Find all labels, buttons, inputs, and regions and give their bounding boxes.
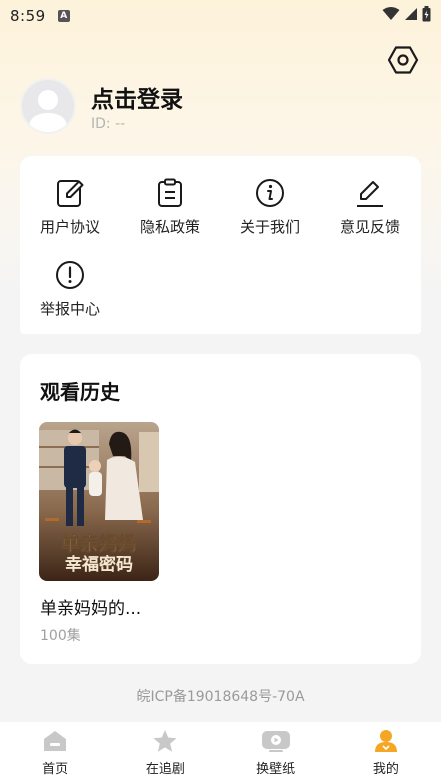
- menu-item-user-agreement[interactable]: 用户协议: [20, 178, 120, 237]
- menu-card: 用户协议 隐私政策 关于我们 意见反馈 举报中心: [20, 156, 421, 334]
- user-id: ID: --: [91, 116, 126, 132]
- edit-document-icon: [57, 180, 84, 207]
- nav-label: 换壁纸: [256, 762, 296, 777]
- wallpaper-icon: [261, 731, 290, 752]
- battery-icon: [422, 6, 431, 22]
- nav-label: 我的: [372, 762, 399, 777]
- menu-item-about-us[interactable]: 关于我们: [220, 178, 320, 237]
- menu-item-privacy-policy[interactable]: 隐私政策: [120, 178, 220, 237]
- poster-title-line1: 单亲妈妈: [61, 532, 137, 555]
- bottom-navigation: 首页 在追剧 换壁纸 我的: [0, 722, 441, 784]
- watch-history-card: 观看历史 单亲妈妈 幸福密码 单亲妈妈的... 100集: [20, 354, 421, 664]
- wifi-icon: [382, 7, 400, 20]
- drama-poster[interactable]: 单亲妈妈 幸福密码: [39, 422, 159, 581]
- login-prompt[interactable]: 点击登录: [91, 80, 183, 114]
- poster-image: 单亲妈妈 幸福密码: [39, 422, 159, 581]
- nav-label: 在追剧: [145, 762, 185, 777]
- menu-item-label: 举报中心: [39, 300, 100, 318]
- drama-title[interactable]: 单亲妈妈的...: [40, 594, 141, 619]
- avatar[interactable]: [20, 78, 76, 134]
- star-icon: [153, 730, 177, 752]
- clipboard-icon: [158, 178, 182, 207]
- default-avatar-icon: [28, 90, 68, 132]
- home-icon: [44, 731, 67, 751]
- hexagon-settings-icon: [387, 46, 419, 74]
- nav-tab-home[interactable]: 首页: [0, 722, 110, 784]
- menu-item-label: 意见反馈: [339, 218, 400, 236]
- menu-item-report-center[interactable]: 举报中心: [20, 260, 120, 319]
- settings-button[interactable]: [387, 44, 419, 76]
- status-bar: 8:59 A: [0, 0, 441, 32]
- info-icon: [256, 179, 284, 207]
- nav-tab-mine[interactable]: 我的: [331, 722, 441, 784]
- nav-tab-following[interactable]: 在追剧: [110, 722, 220, 784]
- menu-item-label: 用户协议: [39, 218, 100, 236]
- nav-tab-wallpaper[interactable]: 换壁纸: [221, 722, 331, 784]
- menu-item-label: 关于我们: [239, 218, 300, 236]
- menu-item-feedback[interactable]: 意见反馈: [320, 178, 420, 237]
- status-time: 8:59: [10, 7, 46, 25]
- notification-app-icon: A: [57, 10, 70, 22]
- profile-icon: [374, 730, 397, 752]
- icp-license: 皖ICP备19018648号-70A: [136, 689, 305, 705]
- poster-title-line2: 幸福密码: [65, 554, 133, 575]
- section-title: 观看历史: [40, 380, 120, 404]
- menu-item-label: 隐私政策: [139, 218, 200, 236]
- alert-icon: [56, 261, 84, 289]
- nav-label: 首页: [42, 762, 69, 777]
- episode-count: 100集: [40, 628, 81, 644]
- signal-icon: [405, 8, 417, 20]
- pen-icon: [357, 181, 383, 207]
